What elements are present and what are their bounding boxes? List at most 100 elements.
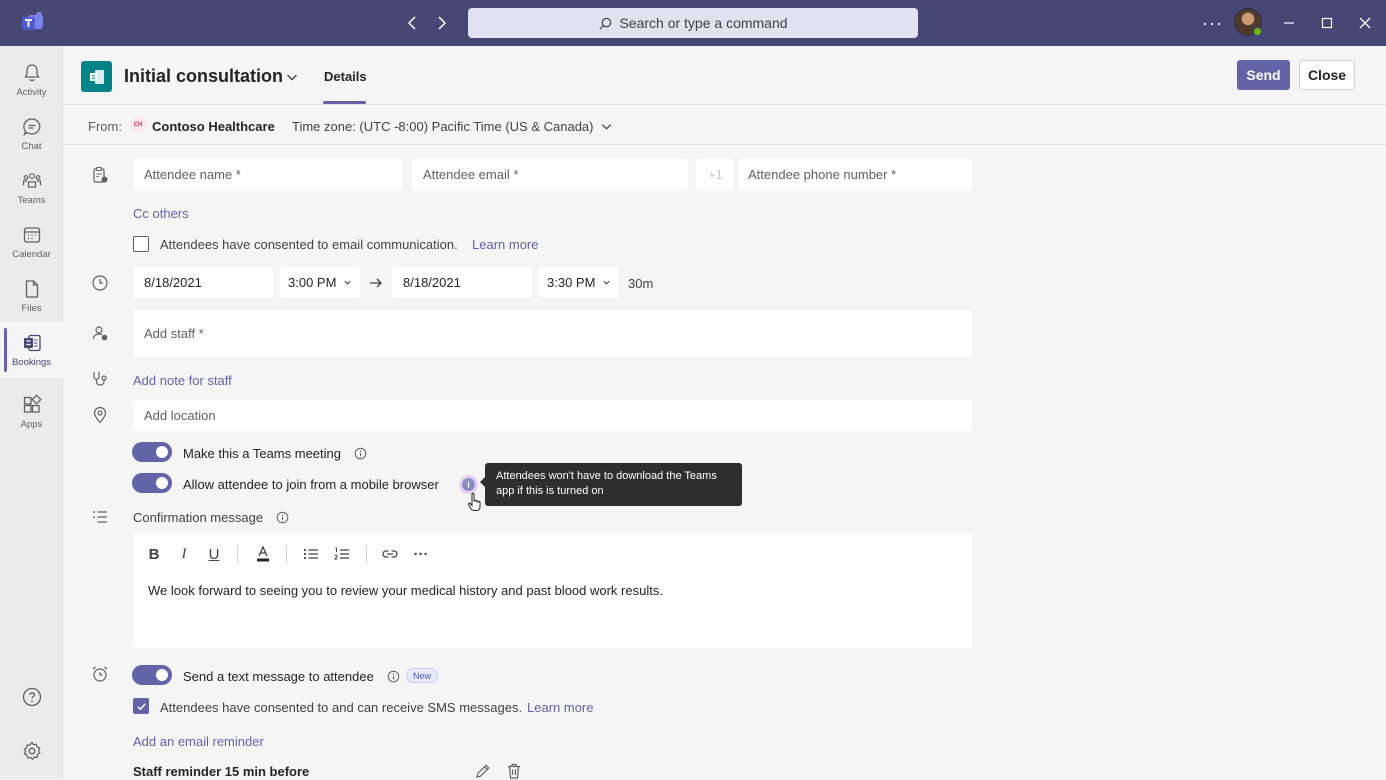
from-label: From: — [88, 119, 122, 134]
toolbar-divider — [237, 545, 238, 563]
rail-item-teams[interactable]: Teams — [0, 160, 63, 216]
rail-item-calendar[interactable]: Calendar — [0, 214, 63, 270]
italic-button[interactable]: I — [176, 545, 192, 563]
rail-item-files[interactable]: Files — [0, 268, 63, 324]
rail-label: Bookings — [11, 357, 52, 368]
end-time-select[interactable]: 3:30 PM — [539, 267, 619, 298]
add-staff-input[interactable]: Add staff * — [133, 310, 972, 357]
info-icon-hovered[interactable]: i — [462, 478, 475, 491]
app-rail: Activity Chat Teams Calendar Files Booki… — [0, 46, 63, 779]
start-time-value: 3:00 PM — [288, 275, 337, 290]
checkmark-icon — [136, 702, 146, 710]
help-icon[interactable] — [21, 686, 43, 708]
more-options-icon[interactable]: ··· — [411, 545, 431, 563]
from-row: From: CH Contoso Healthcare Time zone: (… — [63, 105, 1386, 145]
new-badge: New — [406, 668, 439, 683]
back-arrow-icon[interactable] — [404, 14, 422, 32]
chevron-down-icon[interactable] — [600, 120, 613, 133]
info-icon[interactable] — [387, 670, 400, 683]
learn-more-link[interactable]: Learn more — [527, 700, 593, 715]
numbered-list-icon[interactable] — [333, 545, 351, 563]
chevron-down-icon — [343, 278, 352, 287]
rail-label: Apps — [20, 419, 43, 430]
rail-label: Activity — [16, 87, 47, 98]
file-icon — [25, 280, 38, 298]
close-window-icon[interactable] — [1356, 14, 1374, 32]
teams-logo-icon — [20, 11, 46, 35]
business-avatar: CH — [130, 117, 146, 133]
close-button[interactable]: Close — [1299, 60, 1355, 90]
info-icon[interactable] — [276, 511, 289, 524]
bullet-list-icon[interactable] — [302, 545, 320, 563]
more-options-icon[interactable]: ··· — [1202, 13, 1223, 34]
settings-gear-icon[interactable] — [21, 740, 43, 762]
chevron-down-icon — [602, 278, 611, 287]
bookings-icon — [23, 334, 41, 352]
bell-icon — [23, 64, 40, 82]
chevron-down-icon[interactable] — [285, 70, 299, 84]
add-email-reminder-link[interactable]: Add an email reminder — [133, 734, 264, 749]
learn-more-link[interactable]: Learn more — [472, 237, 538, 252]
rail-item-activity[interactable]: Activity — [0, 52, 63, 108]
toolbar-divider — [286, 545, 287, 563]
sms-consent-label: Attendees have consented to and can rece… — [160, 700, 523, 715]
staff-reminder-title: Staff reminder 15 min before — [133, 764, 310, 779]
tab-active-indicator — [323, 101, 366, 104]
sms-consent-checkbox[interactable] — [133, 698, 149, 714]
list-icon — [91, 508, 109, 526]
tab-details[interactable]: Details — [324, 69, 367, 84]
presence-available-icon — [1253, 27, 1262, 36]
apps-icon — [23, 394, 42, 413]
search-input[interactable]: Search or type a command — [468, 8, 918, 38]
attendee-email-input[interactable]: Attendee email * — [412, 159, 688, 190]
timezone-select[interactable]: Time zone: (UTC -8:00) Pacific Time (US … — [292, 119, 594, 134]
staff-person-icon — [91, 324, 109, 342]
cc-others-link[interactable]: Cc others — [133, 206, 189, 221]
location-pin-icon — [91, 406, 109, 424]
attendee-phone-input[interactable]: Attendee phone number * — [738, 159, 972, 190]
teams-meeting-toggle[interactable] — [132, 442, 172, 462]
rail-item-bookings[interactable]: Bookings — [0, 322, 63, 378]
rail-item-apps[interactable]: Apps — [0, 384, 63, 440]
email-consent-label: Attendees have consented to email commun… — [160, 237, 458, 252]
email-consent-checkbox[interactable] — [133, 236, 149, 252]
clock-icon — [91, 274, 109, 292]
arrow-right-icon — [367, 274, 385, 292]
delete-trash-icon[interactable] — [505, 762, 523, 780]
alarm-clock-icon — [91, 665, 109, 683]
search-placeholder: Search or type a command — [619, 15, 788, 31]
start-time-select[interactable]: 3:00 PM — [280, 267, 360, 298]
country-code-field[interactable]: +1 — [696, 159, 734, 190]
send-button[interactable]: Send — [1237, 60, 1290, 90]
bookings-app-icon — [81, 61, 112, 92]
attendee-name-input[interactable]: Attendee name * — [133, 159, 403, 190]
font-color-icon[interactable] — [254, 545, 272, 563]
info-icon[interactable] — [354, 447, 367, 460]
text-message-toggle[interactable] — [132, 665, 172, 685]
title-bar: Search or type a command ··· — [0, 0, 1386, 46]
link-icon[interactable] — [381, 545, 399, 563]
forward-arrow-icon[interactable] — [432, 14, 450, 32]
minimize-icon[interactable] — [1280, 14, 1298, 32]
end-date-input[interactable]: 8/18/2021 — [392, 267, 532, 298]
add-note-for-staff-link[interactable]: Add note for staff — [133, 373, 232, 388]
mobile-browser-toggle[interactable] — [132, 473, 172, 493]
maximize-icon[interactable] — [1318, 14, 1336, 32]
edit-pencil-icon[interactable] — [474, 762, 492, 780]
add-location-input[interactable]: Add location — [133, 400, 972, 431]
confirmation-message-editor[interactable]: B I U ··· We look forward to seeing you … — [133, 533, 972, 648]
mouse-cursor-icon — [466, 492, 482, 512]
page-title: Initial consultation — [124, 66, 284, 86]
search-icon — [598, 16, 613, 31]
calendar-icon — [23, 227, 40, 243]
rail-item-chat[interactable]: Chat — [0, 106, 63, 162]
bold-button[interactable]: B — [146, 545, 162, 563]
toolbar-divider — [366, 545, 367, 563]
start-date-input[interactable]: 8/18/2021 — [133, 267, 273, 298]
stethoscope-icon — [91, 370, 109, 388]
tooltip: Attendees won't have to download the Tea… — [480, 463, 742, 506]
confirmation-message-text[interactable]: We look forward to seeing you to review … — [148, 583, 663, 598]
business-name[interactable]: Contoso Healthcare — [152, 119, 275, 134]
duration-label: 30m — [628, 276, 654, 291]
underline-button[interactable]: U — [206, 545, 222, 563]
